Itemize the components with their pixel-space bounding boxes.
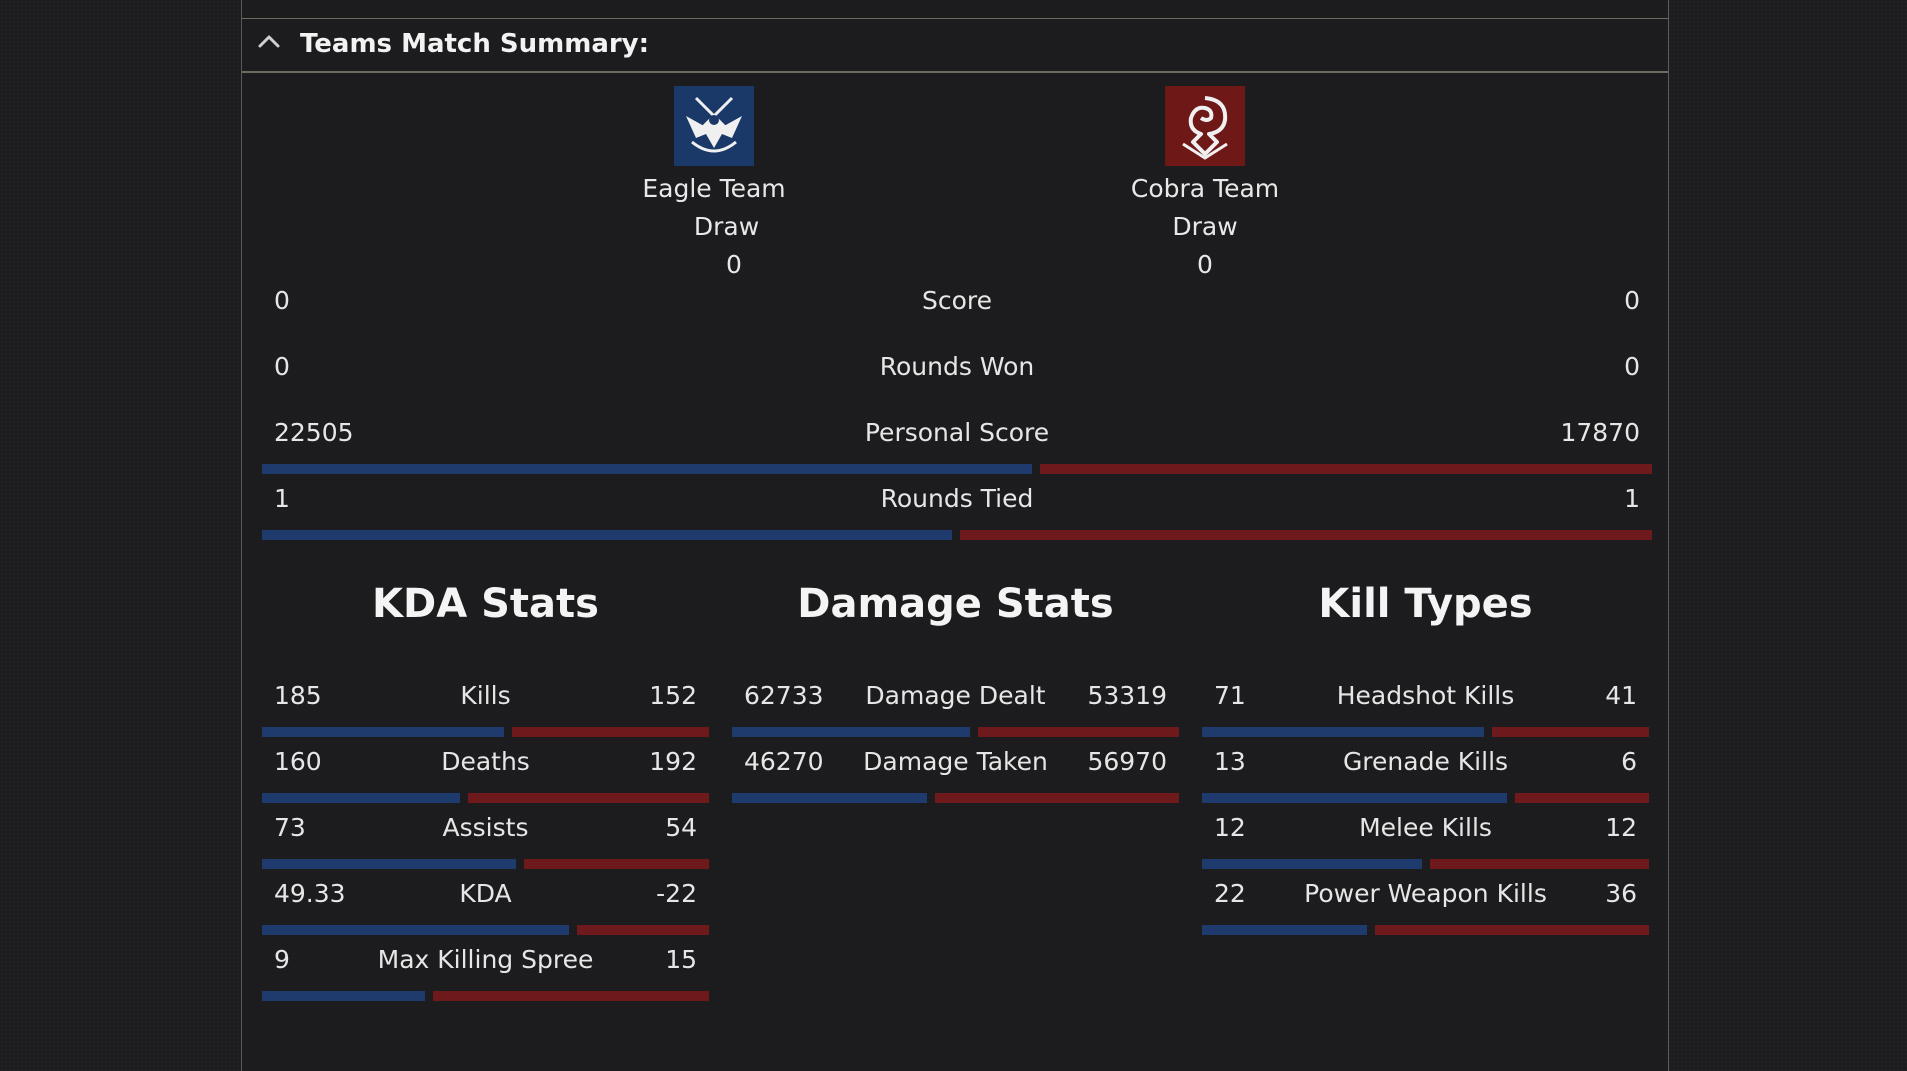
kills-row-grenade: 13 Grenade Kills 6	[1202, 747, 1649, 807]
right-value: 56970	[1087, 747, 1167, 776]
summary-row-personal-score: 22505 Personal Score 17870	[262, 418, 1652, 478]
damage-row-dealt: 62733 Damage Dealt 53319	[732, 681, 1179, 741]
right-value: 6	[1621, 747, 1637, 776]
right-share-bar	[960, 530, 1652, 540]
right-value: 53319	[1087, 681, 1167, 710]
stat-label: Deaths	[441, 747, 530, 776]
left-share-bar	[1202, 859, 1422, 869]
stat-label: Kills	[460, 681, 511, 710]
right-share-bar	[935, 793, 1179, 803]
left-share-bar	[262, 530, 952, 540]
right-value: 36	[1605, 879, 1637, 908]
kda-row-kills: 185 Kills 152	[262, 681, 709, 741]
right-share-bar	[1515, 793, 1649, 803]
right-share-bar	[978, 727, 1179, 737]
right-share-bar	[524, 859, 709, 869]
stat-label: Grenade Kills	[1342, 747, 1509, 776]
summary-row-rounds-tied: 1 Rounds Tied 1	[262, 484, 1652, 544]
left-share-bar	[262, 859, 516, 869]
stat-label: Score	[921, 286, 993, 315]
damage-row-taken: 46270 Damage Taken 56970	[732, 747, 1179, 807]
right-share-bar	[1430, 859, 1649, 869]
kda-row-deaths: 160 Deaths 192	[262, 747, 709, 807]
left-share-bar	[1202, 793, 1507, 803]
right-value: 192	[649, 747, 697, 776]
stat-label: Headshot Kills	[1336, 681, 1515, 710]
right-share-bar	[1375, 925, 1649, 935]
right-value: 152	[649, 681, 697, 710]
kills-row-headshot: 71 Headshot Kills 41	[1202, 681, 1649, 741]
right-share-bar	[468, 793, 709, 803]
kda-stats-heading: KDA Stats	[372, 581, 599, 627]
left-share-bar	[1202, 727, 1484, 737]
kills-row-power-weapon: 22 Power Weapon Kills 36	[1202, 879, 1649, 939]
left-share-bar	[1202, 925, 1367, 935]
match-summary-panel: Teams Match Summary: Eagle Team Draw 0 C…	[241, 0, 1669, 1071]
stat-label: Melee Kills	[1359, 813, 1492, 842]
left-share-bar	[262, 727, 504, 737]
summary-row-rounds-won: 0 Rounds Won 0	[262, 352, 1652, 412]
kills-row-melee: 12 Melee Kills 12	[1202, 813, 1649, 873]
kda-row-assists: 73 Assists 54	[262, 813, 709, 873]
right-value: 0	[1624, 286, 1640, 315]
team-name: Cobra Team	[1130, 174, 1280, 203]
kill-types-heading: Kill Types	[1318, 581, 1533, 627]
left-share-bar	[732, 727, 970, 737]
team-result: Draw	[693, 212, 760, 241]
left-share-bar	[732, 793, 927, 803]
right-share-bar	[1040, 464, 1652, 474]
team-name: Eagle Team	[642, 174, 786, 203]
right-value: 1	[1624, 484, 1640, 513]
stat-label: Assists	[442, 813, 529, 842]
right-value: 41	[1605, 681, 1637, 710]
team-eagle: Eagle Team Draw 0	[604, 86, 824, 284]
left-share-bar	[262, 925, 569, 935]
eagle-emblem-icon	[674, 86, 754, 166]
right-value: 17870	[1560, 418, 1640, 447]
left-share-bar	[262, 991, 425, 1001]
chevron-up-icon[interactable]	[254, 27, 284, 57]
stat-label: Power Weapon Kills	[1304, 879, 1547, 908]
team-score: 0	[1197, 250, 1213, 279]
section-title: Teams Match Summary:	[300, 29, 650, 59]
left-share-bar	[262, 793, 460, 803]
section-header[interactable]: Teams Match Summary:	[242, 19, 1668, 73]
stat-label: Personal Score	[864, 418, 1050, 447]
right-share-bar	[577, 925, 709, 935]
kda-row-kda: 49.33 KDA -22	[262, 879, 709, 939]
stat-label: Max Killing Spree	[377, 945, 594, 974]
stat-label: KDA	[459, 879, 512, 908]
team-cobra: Cobra Team Draw 0	[1095, 86, 1315, 284]
kda-row-max-killing-spree: 9 Max Killing Spree 15	[262, 945, 709, 1005]
right-value: 12	[1605, 813, 1637, 842]
damage-stats-heading: Damage Stats	[797, 581, 1114, 627]
right-share-bar	[433, 991, 709, 1001]
right-value: -22	[656, 879, 697, 908]
stat-label: Rounds Tied	[880, 484, 1034, 513]
right-value: 0	[1624, 352, 1640, 381]
previous-section-header	[242, 0, 1668, 19]
left-share-bar	[262, 464, 1032, 474]
summary-row-score: 0 Score 0	[262, 286, 1652, 346]
right-value: 54	[665, 813, 697, 842]
right-value: 15	[665, 945, 697, 974]
right-share-bar	[512, 727, 709, 737]
cobra-emblem-icon	[1165, 86, 1245, 166]
stat-label: Rounds Won	[879, 352, 1035, 381]
team-result: Draw	[1172, 212, 1238, 241]
team-score: 0	[726, 250, 742, 279]
right-share-bar	[1492, 727, 1649, 737]
